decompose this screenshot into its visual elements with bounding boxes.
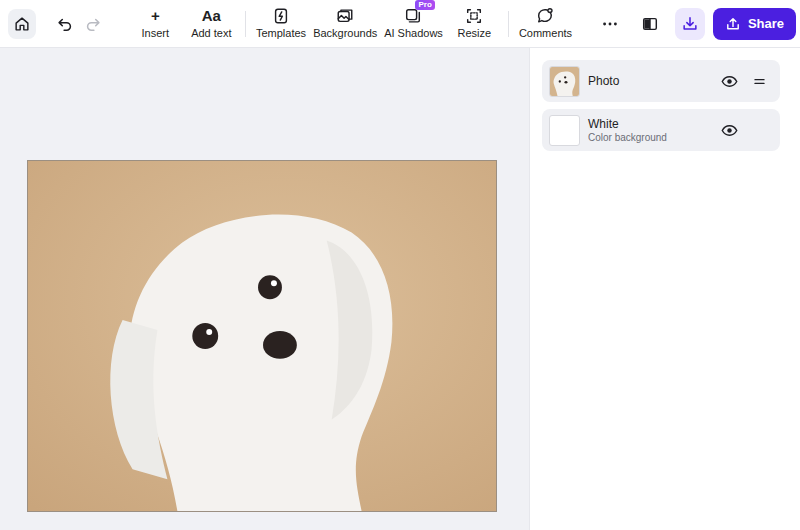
home-icon bbox=[13, 15, 31, 33]
layer-title: White bbox=[588, 117, 712, 132]
home-button[interactable] bbox=[8, 9, 36, 39]
more-icon bbox=[601, 15, 619, 33]
toolbar-separator bbox=[245, 11, 246, 37]
more-button[interactable] bbox=[596, 9, 624, 39]
share-label: Share bbox=[748, 14, 784, 34]
editor-window: + Insert Aa Add text Templates Backgrounds Pro… bbox=[0, 0, 800, 530]
insert-label: Insert bbox=[142, 27, 170, 40]
undo-button[interactable] bbox=[50, 9, 78, 39]
add-text-label: Add text bbox=[191, 27, 231, 40]
backgrounds-button[interactable]: Backgrounds bbox=[310, 2, 381, 46]
add-text-glyph: Aa bbox=[202, 7, 221, 25]
photo[interactable] bbox=[27, 160, 497, 512]
ai-shadows-button[interactable]: Pro AI Shadows bbox=[381, 2, 447, 46]
ai-shadows-label: AI Shadows bbox=[384, 27, 443, 40]
templates-icon bbox=[272, 7, 290, 25]
eye-icon bbox=[721, 73, 738, 90]
drag-handle-icon bbox=[752, 74, 767, 89]
photo-thumbnail bbox=[549, 66, 580, 97]
download-icon bbox=[681, 15, 699, 33]
pro-badge: Pro bbox=[415, 0, 434, 10]
share-icon bbox=[725, 16, 741, 32]
eye-icon bbox=[721, 122, 738, 139]
split-view-icon bbox=[641, 15, 659, 33]
resize-icon bbox=[465, 7, 483, 25]
comments-label: Comments bbox=[519, 27, 572, 40]
share-button[interactable]: Share bbox=[713, 8, 796, 40]
redo-button bbox=[79, 9, 107, 39]
backgrounds-label: Backgrounds bbox=[313, 27, 377, 40]
insert-glyph: + bbox=[151, 7, 160, 25]
toolbar-separator bbox=[508, 11, 509, 37]
layers-panel: Photo WhiteColor background bbox=[529, 48, 800, 530]
resize-label: Resize bbox=[458, 27, 492, 40]
add-text-button[interactable]: Aa Add text bbox=[183, 2, 239, 46]
drag-handle[interactable] bbox=[746, 68, 772, 94]
layer-text: WhiteColor background bbox=[580, 117, 712, 144]
templates-button[interactable]: Templates bbox=[252, 2, 310, 46]
color-swatch bbox=[549, 115, 580, 146]
download-button[interactable] bbox=[675, 8, 705, 40]
ai-shadows-icon: Pro bbox=[404, 7, 422, 25]
insert-button[interactable]: + Insert bbox=[127, 2, 183, 46]
add-text-icon: Aa bbox=[202, 7, 221, 25]
workspace: Photo WhiteColor background bbox=[0, 48, 800, 530]
undo-icon bbox=[56, 15, 74, 33]
toolbar: + Insert Aa Add text Templates Backgrounds Pro… bbox=[0, 0, 800, 48]
comments-button[interactable]: Comments bbox=[515, 2, 575, 46]
layer-title: Photo bbox=[588, 74, 712, 89]
insert-icon: + bbox=[151, 7, 160, 25]
visibility-toggle[interactable] bbox=[716, 68, 742, 94]
layer-subtitle: Color background bbox=[588, 132, 712, 144]
comments-icon bbox=[536, 7, 554, 25]
redo-icon bbox=[84, 15, 102, 33]
backgrounds-icon bbox=[336, 7, 354, 25]
canvas bbox=[0, 48, 529, 530]
layer-text: Photo bbox=[580, 74, 712, 89]
visibility-toggle[interactable] bbox=[716, 117, 742, 143]
compare-button[interactable] bbox=[636, 9, 664, 39]
layer-item[interactable]: Photo bbox=[542, 60, 780, 102]
templates-label: Templates bbox=[256, 27, 306, 40]
resize-button[interactable]: Resize bbox=[446, 2, 502, 46]
layer-item[interactable]: WhiteColor background bbox=[542, 109, 780, 151]
